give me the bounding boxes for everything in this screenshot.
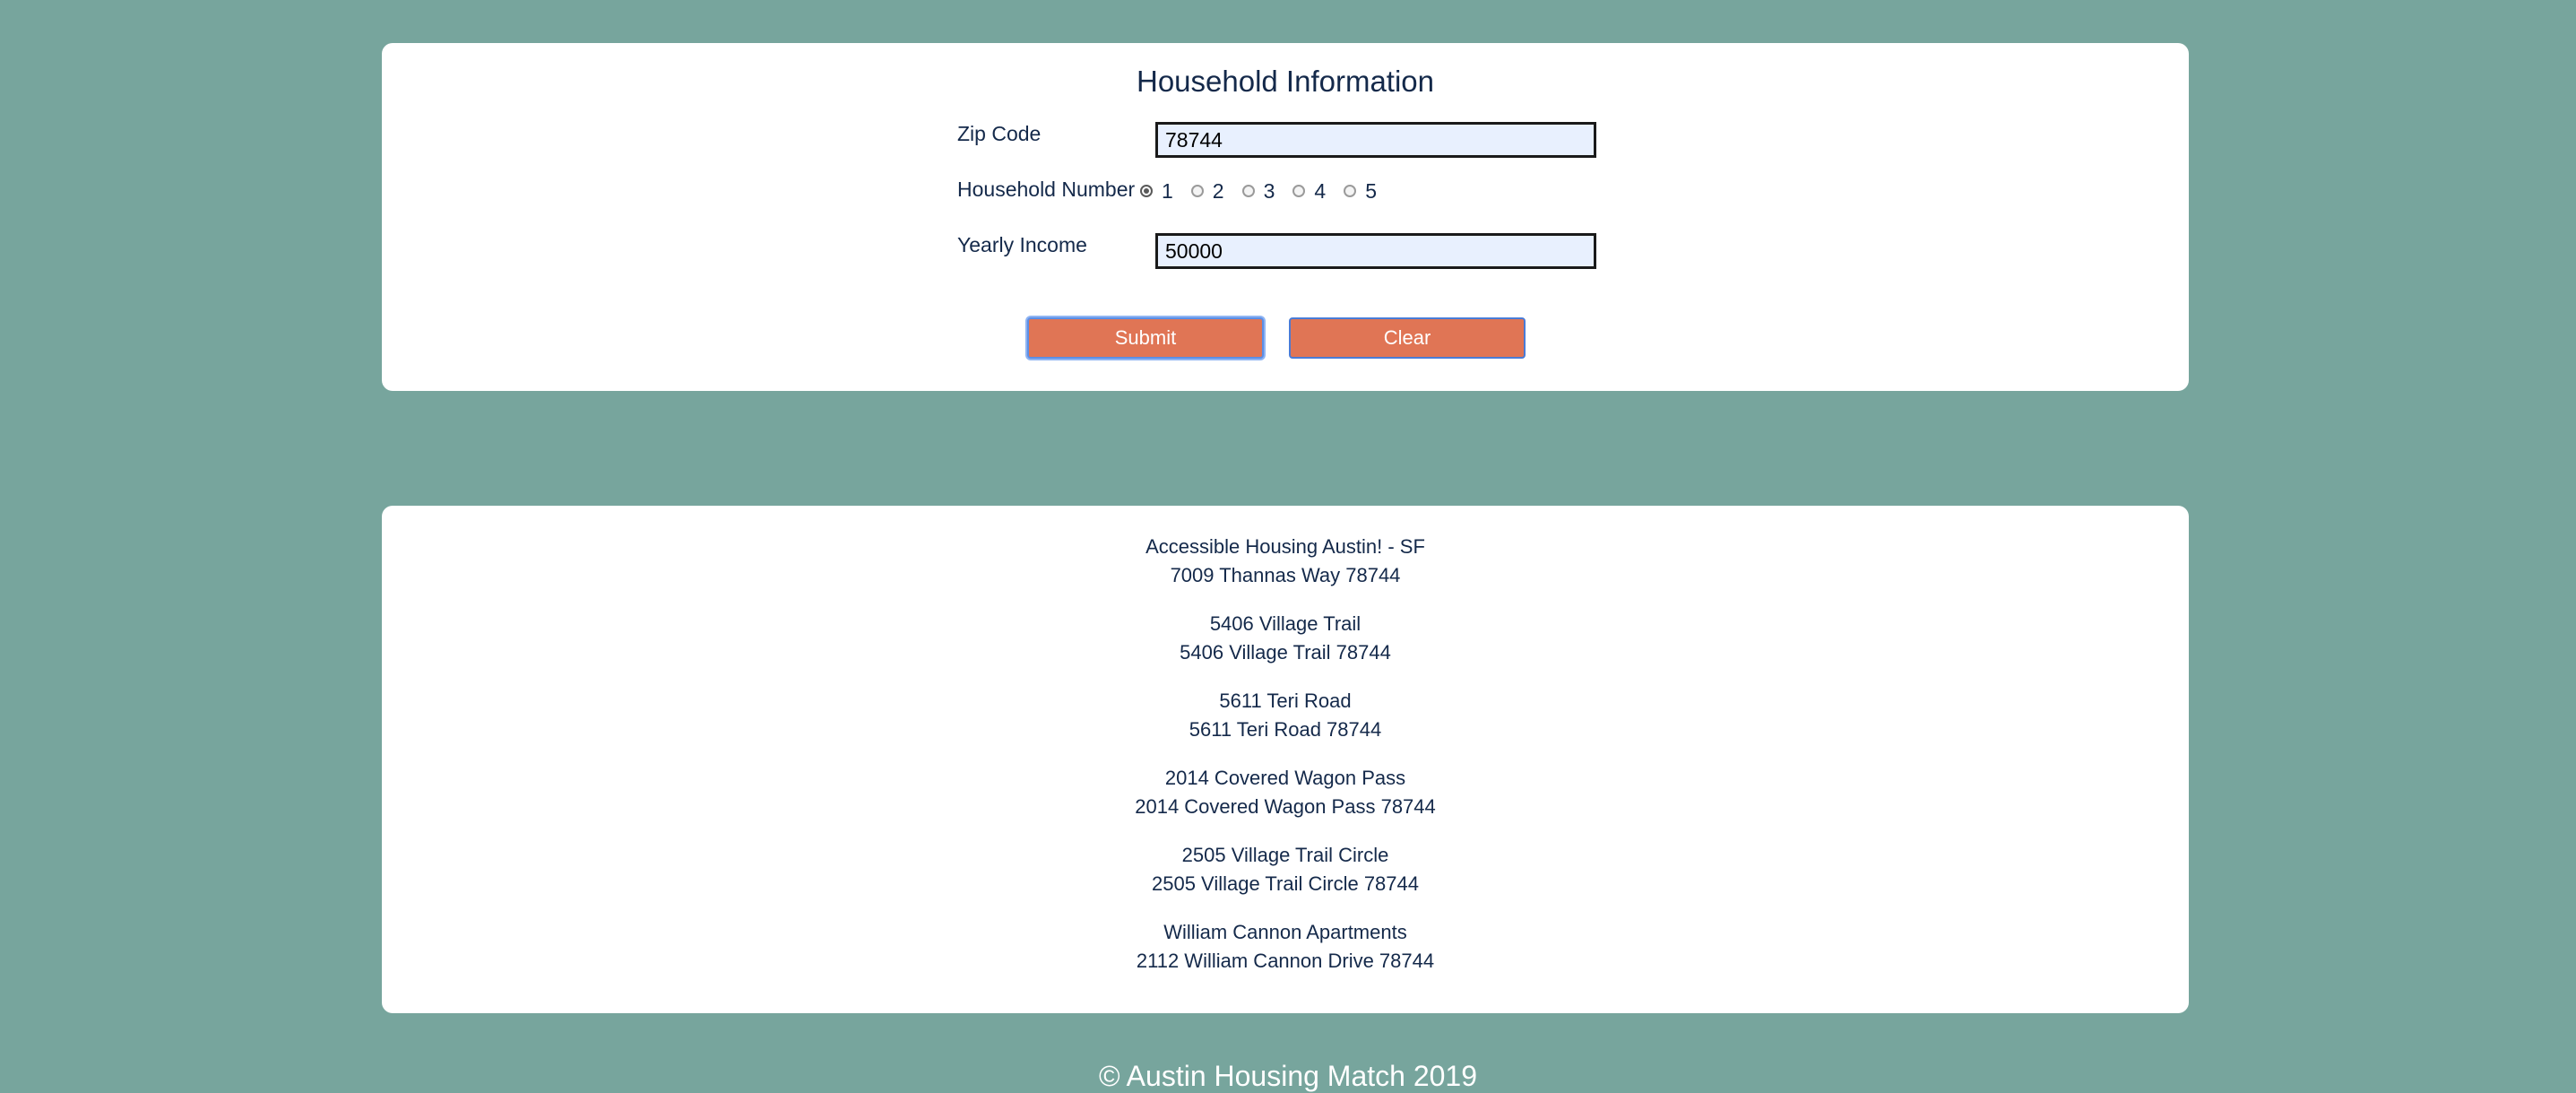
- zip-code-label: Zip Code: [957, 122, 1042, 145]
- result-item: 5406 Village Trail 5406 Village Trail 78…: [382, 610, 2189, 667]
- yearly-income-label: Yearly Income: [957, 233, 1087, 256]
- form-title: Household Information: [1136, 65, 1435, 98]
- household-radio-4[interactable]: 4: [1292, 179, 1326, 204]
- result-name: 5611 Teri Road: [1219, 690, 1352, 712]
- result-name: Accessible Housing Austin! - SF: [1145, 535, 1425, 558]
- radio-label: 1: [1162, 178, 1173, 203]
- radio-label: 2: [1212, 178, 1224, 203]
- result-item: 5611 Teri Road 5611 Teri Road 78744: [382, 687, 2189, 744]
- results-card: Accessible Housing Austin! - SF 7009 Tha…: [382, 506, 2189, 1013]
- zip-code-input[interactable]: [1155, 122, 1596, 158]
- result-address: 2014 Covered Wagon Pass 78744: [1135, 795, 1436, 818]
- results-list: Accessible Housing Austin! - SF 7009 Tha…: [382, 533, 2189, 995]
- result-address: 2112 William Cannon Drive 78744: [1136, 950, 1435, 972]
- radio-unselected-icon: [1344, 185, 1357, 197]
- radio-label: 5: [1365, 178, 1377, 203]
- household-number-label: Household Number: [957, 178, 1136, 201]
- result-name: William Cannon Apartments: [1163, 921, 1407, 943]
- radio-selected-icon: [1140, 185, 1153, 197]
- result-item: Accessible Housing Austin! - SF 7009 Tha…: [382, 533, 2189, 590]
- result-name: 2505 Village Trail Circle: [1181, 844, 1389, 866]
- result-item: 2014 Covered Wagon Pass 2014 Covered Wag…: [382, 764, 2189, 821]
- radio-unselected-icon: [1241, 185, 1255, 197]
- radio-label: 3: [1263, 178, 1275, 203]
- result-address: 5611 Teri Road 78744: [1189, 718, 1382, 741]
- household-radio-2[interactable]: 2: [1190, 178, 1224, 204]
- household-number-radio-group: 1 2 3 4 5: [1140, 178, 1395, 204]
- radio-label: 4: [1314, 178, 1327, 203]
- result-address: 7009 Thannas Way 78744: [1170, 564, 1401, 586]
- result-item: William Cannon Apartments 2112 William C…: [382, 918, 2189, 976]
- result-item: 2505 Village Trail Circle 2505 Village T…: [382, 841, 2189, 898]
- submit-button[interactable]: Submit: [1027, 317, 1264, 359]
- household-radio-3[interactable]: 3: [1241, 178, 1275, 204]
- radio-unselected-icon: [1292, 185, 1306, 197]
- household-radio-5[interactable]: 5: [1344, 179, 1377, 204]
- result-name: 2014 Covered Wagon Pass: [1164, 767, 1406, 789]
- result-name: 5406 Village Trail: [1209, 612, 1361, 635]
- result-address: 5406 Village Trail 78744: [1180, 641, 1391, 664]
- radio-unselected-icon: [1190, 185, 1204, 197]
- household-form-card: Household Information Zip Code Household…: [382, 43, 2189, 391]
- result-address: 2505 Village Trail Circle 78744: [1152, 872, 1419, 895]
- yearly-income-input[interactable]: [1155, 233, 1596, 269]
- clear-button[interactable]: Clear: [1289, 317, 1526, 359]
- footer-copyright: © Austin Housing Match 2019: [1098, 1060, 1478, 1092]
- household-radio-1[interactable]: 1: [1140, 179, 1173, 204]
